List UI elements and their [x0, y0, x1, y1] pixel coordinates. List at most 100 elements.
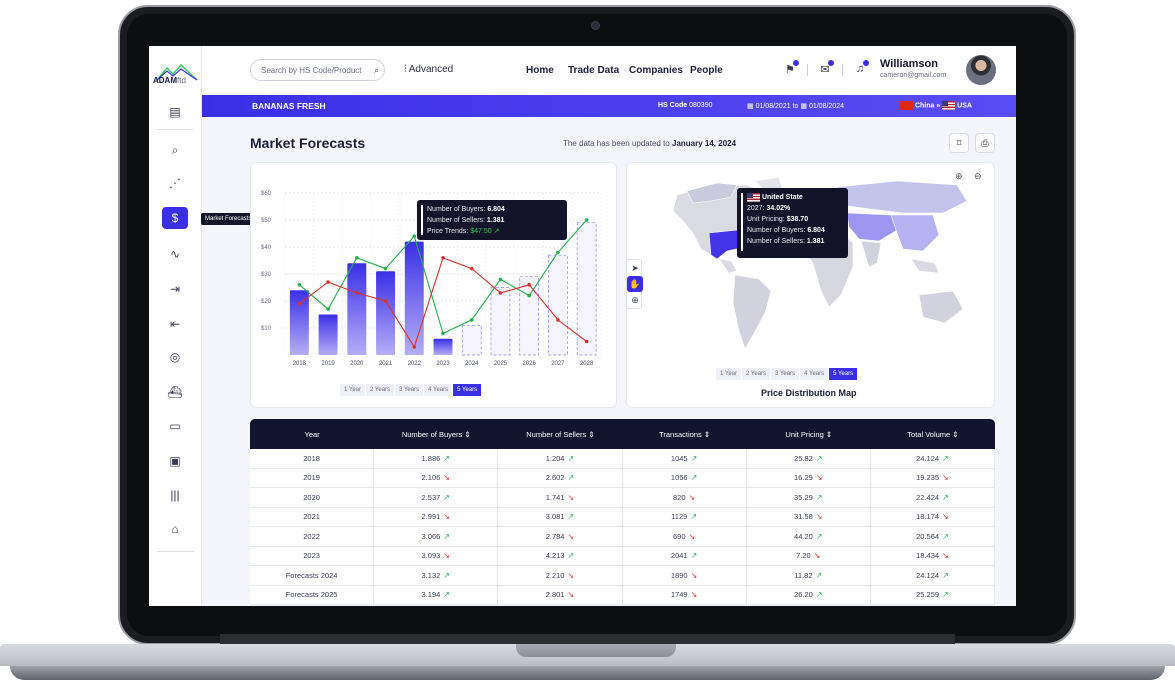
usa-flag-icon	[942, 101, 956, 110]
tooltip-buyers-label: Number of Buyers:	[747, 227, 806, 234]
filter-2-years[interactable]: 2 Years	[366, 384, 396, 396]
bar	[347, 263, 367, 355]
table-cell: 2.210 ↘	[498, 566, 623, 585]
panel-toggle-icon[interactable]: ▤	[162, 101, 188, 123]
import-icon[interactable]: ⇤	[162, 313, 188, 335]
user-email: cameron@gmail.com	[880, 72, 947, 79]
tooltip-sellers-value: 1.381	[486, 217, 505, 224]
trade-route[interactable]: China » USA	[900, 101, 972, 110]
filter-2-years[interactable]: 2 Years	[742, 368, 772, 380]
ship-icon[interactable]: ⛴	[162, 381, 188, 403]
trend-chart-icon[interactable]: ⋰	[162, 172, 188, 194]
bookmark-button[interactable]: ⌑	[949, 133, 969, 153]
nav-people[interactable]: People	[690, 65, 723, 76]
bank-icon[interactable]: ⌂	[162, 518, 188, 540]
from-country: China	[914, 102, 935, 110]
print-button[interactable]: ⎙	[975, 133, 995, 153]
filter-3-years[interactable]: 3 Years	[395, 384, 425, 396]
forecast-chart: $10 $20 $30 $40 $50 $60 2018 2019 2020 2021 2022 20…	[261, 191, 602, 367]
nav-home[interactable]: Home	[526, 65, 554, 76]
table-row: Forecasts 2025 3.194 ↗ 2.801 ↘ 1749 ↘ 26.20 ↗ 25.…	[250, 585, 996, 605]
brand-suffix: ftd	[177, 76, 186, 85]
divider	[842, 64, 843, 76]
map-year-filter: 1 Year 2 Years 3 Years 4 Years 5 Years	[716, 368, 859, 380]
tooltip-year-value: 34.02%	[766, 205, 791, 212]
table-cell: 2.602 ↗	[498, 468, 623, 487]
filter-5-years[interactable]: 5 Years	[829, 368, 859, 380]
trend-down-icon: ↘	[443, 512, 450, 522]
column-header[interactable]: Number of Sellers ⇕	[498, 419, 622, 449]
trend-up-icon: ↗	[815, 453, 823, 463]
id-card-icon[interactable]: ▣	[162, 450, 188, 472]
column-header[interactable]: Number of Buyers ⇕	[374, 419, 498, 449]
brand-name: ADAM	[153, 76, 177, 85]
user-name[interactable]: Williamson	[880, 58, 938, 70]
filter-1-year[interactable]: 1 Year	[716, 368, 743, 380]
avatar[interactable]	[966, 55, 996, 85]
hs-code-value: 080390	[689, 102, 713, 109]
search-icon[interactable]: ⌕	[374, 65, 379, 76]
export-icon[interactable]: ⇥	[162, 278, 188, 300]
column-header[interactable]: Total Volume ⇕	[871, 419, 995, 449]
trend-up-icon: ↗	[690, 512, 698, 522]
messages-icon[interactable]: ✉	[816, 60, 834, 78]
nav-companies[interactable]: Companies	[629, 65, 683, 76]
table-cell: 16.29 ↘	[747, 468, 871, 487]
table-cell: 1749 ↘	[623, 585, 747, 604]
x-tick-label: 2026	[523, 361, 537, 367]
trend-up-icon: ↗	[942, 570, 949, 580]
table-cell: 1890 ↘	[623, 566, 747, 585]
x-tick-label: 2018	[293, 361, 307, 367]
map-title: Price Distribution Map	[761, 388, 857, 398]
trend-up-icon: ↗	[690, 551, 698, 561]
notifications-flag-icon[interactable]: ⚑	[781, 60, 799, 78]
bell-icon[interactable]: ♫	[851, 60, 869, 78]
market-forecasts-icon[interactable]: $	[162, 207, 188, 229]
table-cell: 1.741 ↘	[498, 488, 623, 507]
page-title: Market Forecasts	[250, 135, 366, 151]
route-arrow: »	[936, 102, 941, 110]
route-icon[interactable]: ∿	[162, 243, 188, 265]
x-tick-label: 2025	[494, 361, 508, 367]
location-pin-icon[interactable]: ◎	[162, 346, 188, 368]
table-cell: 25.82 ↗	[747, 449, 871, 468]
trend-down-icon: ↘	[567, 590, 575, 600]
trend-up-icon: ↗	[443, 453, 450, 463]
red-series-point	[355, 291, 359, 295]
column-header[interactable]: Transactions ⇕	[623, 419, 747, 449]
tooltip-pricing-value: $38.70	[786, 216, 809, 223]
table-body: 2018 1.886 ↗ 1.204 ↗ 1045 ↗ 25.82 ↗ 24.124 ↗ 2019 2.…	[250, 449, 996, 605]
filter-4-years[interactable]: 4 Years	[424, 384, 454, 396]
x-tick-label: 2019	[321, 361, 335, 367]
table-cell: 20.564 ↗	[871, 527, 996, 546]
barcode-icon[interactable]: |||	[162, 484, 188, 506]
updated-note: The data has been updated to January 14,…	[563, 139, 736, 148]
table-cell: 24.124 ↗	[871, 449, 996, 468]
date-range[interactable]: ▦ 01/08/2021 to ▦ 01/08/2024	[747, 102, 844, 110]
tooltip-country: United State	[761, 194, 803, 201]
search-input[interactable]: Search by HS Code/Product	[250, 59, 385, 81]
y-tick-label: $30	[261, 272, 272, 278]
table-cell: 4.213 ↗	[498, 546, 623, 565]
nav-trade-data[interactable]: Trade Data	[568, 65, 619, 76]
green-series-point	[326, 307, 330, 311]
search-analysis-icon[interactable]: ⌕	[162, 139, 188, 161]
advanced-search-button[interactable]: ⫶ Advanced	[404, 64, 453, 75]
table-cell: 2041 ↗	[623, 546, 747, 565]
table-row: 2023 3.093 ↘ 4.213 ↗ 2041 ↗ 7.20 ↘ 18.434 ↘	[250, 546, 996, 566]
trend-up-icon: ↗	[567, 512, 575, 522]
red-series-point	[326, 280, 330, 284]
filter-3-years[interactable]: 3 Years	[771, 368, 801, 380]
table-cell: 3.081 ↗	[498, 507, 623, 526]
trend-down-icon: ↘	[688, 492, 696, 502]
sidebar: ADAMftd ▤ ⌕ ⋰ $ ∿ ⇥ ⇤ ◎ ⛴ ▭ ▣ ||| ⌂	[149, 46, 202, 606]
x-tick-label: 2024	[465, 361, 479, 367]
filter-4-years[interactable]: 4 Years	[800, 368, 830, 380]
filter-1-year[interactable]: 1 Year	[340, 384, 367, 396]
brand-logo[interactable]: ADAMftd	[153, 76, 186, 85]
trend-up-icon: ↗	[942, 590, 949, 600]
filter-5-years[interactable]: 5 Years	[453, 384, 483, 396]
column-header[interactable]: Unit Pricing ⇕	[747, 419, 871, 449]
table-cell: 1129 ↗	[623, 507, 747, 526]
store-icon[interactable]: ▭	[162, 415, 188, 437]
